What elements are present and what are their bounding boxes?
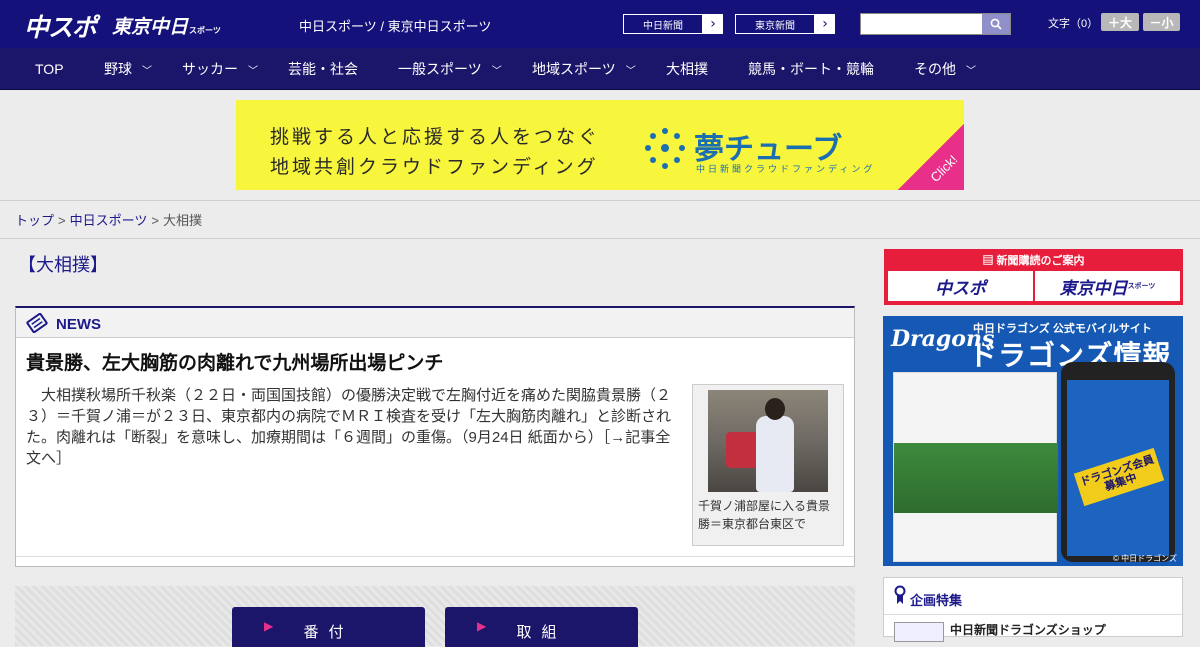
news-box: NEWS 貴景勝、左大胸筋の肉離れで九州場所出場ピンチ 大相撲秋場所千秋楽（２２…: [15, 306, 855, 567]
photo-caption: 千賀ノ浦部屋に入る貴景勝＝東京都台東区で: [698, 499, 831, 531]
search-input[interactable]: [860, 13, 1011, 35]
search-button[interactable]: [982, 14, 1010, 34]
chevron-down-icon: ﹀: [625, 65, 636, 77]
chevron-down-icon: ﹀: [142, 65, 152, 77]
photo-car: [726, 432, 760, 468]
banner-line2: 地域共創クラウドファンディング: [270, 157, 599, 178]
click-label: Click!: [927, 151, 961, 186]
page-title: 【大相撲】: [18, 255, 108, 275]
news-footer-line: [16, 556, 854, 557]
nav-label: 競馬・ボート・競輪: [748, 61, 874, 77]
scoreboard-screen: [893, 372, 1058, 562]
breadcrumb-top[interactable]: トップ: [15, 213, 54, 228]
subscribe-chuspo[interactable]: 中スポ: [888, 271, 1033, 301]
nav-other[interactable]: その他 ﹀: [914, 48, 976, 90]
news-header: NEWS: [16, 308, 854, 338]
feature-divider: [884, 614, 1182, 615]
link-label: 東京新聞: [735, 14, 815, 34]
nav-label: サッカー: [182, 61, 238, 77]
news-photo-box[interactable]: 千賀ノ浦部屋に入る貴景勝＝東京都台東区で: [692, 384, 844, 546]
torikumi-button[interactable]: ▶ 取組: [445, 607, 638, 647]
yume-tube-banner[interactable]: 挑戦する人と応援する人をつなぐ 地域共創クラウドファンディング 夢チューブ 中日…: [236, 100, 964, 190]
baseball-field: [894, 443, 1058, 513]
nav-label: 野球: [104, 61, 132, 77]
nav-soccer[interactable]: サッカー ﹀: [182, 48, 258, 90]
banzuke-button[interactable]: ▶ 番付: [232, 607, 425, 647]
ribbon-icon: [894, 585, 906, 604]
member-ribbon: ドラゴンズ会員募集中: [1073, 447, 1165, 507]
button-label: 取組: [516, 624, 567, 641]
tokyo-logo-text: 東京中日: [112, 16, 189, 38]
click-corner[interactable]: Click!: [898, 124, 964, 190]
dragons-copyright: © 中日ドラゴンズ: [1113, 554, 1177, 563]
breadcrumb: トップ > 中日スポーツ > 大相撲: [15, 210, 202, 229]
tokyo-chunichi-logo[interactable]: 東京中日スポーツ: [112, 12, 221, 39]
dots-logo-icon: [645, 128, 685, 169]
photo-head: [765, 398, 785, 420]
nav-label: 一般スポーツ: [398, 61, 482, 77]
link-label: 中日新聞: [623, 14, 703, 34]
nav-local-sports[interactable]: 地域スポーツ ﹀: [532, 48, 636, 90]
chunichi-shimbun-link[interactable]: 中日新聞 ›: [622, 13, 724, 35]
breadcrumb-current: 大相撲: [162, 213, 202, 228]
dragons-mobile-ad[interactable]: Dragons 中日ドラゴンズ 公式モバイルサイト ドラゴンズ情報 ドラゴンズ会…: [883, 316, 1183, 566]
subscribe-tokyo-chunichi[interactable]: 東京中日 スポーツ: [1035, 271, 1180, 301]
tokyo-shimbun-link[interactable]: 東京新聞 ›: [734, 13, 836, 35]
chevron-right-icon: ›: [815, 14, 835, 34]
subscription-title: ▤ 新聞購読のご案内: [884, 252, 1183, 268]
breadcrumb-chunichi-sports[interactable]: 中日スポーツ: [70, 213, 148, 228]
nav-label: TOP: [35, 61, 64, 77]
feature-box: 企画特集 中日新聞ドラゴンズショップ: [883, 577, 1183, 642]
site-names: 中日スポーツ / 東京中日スポーツ: [299, 19, 492, 34]
nav-entertainment[interactable]: 芸能・社会: [288, 48, 358, 90]
nav-top[interactable]: TOP: [35, 48, 64, 90]
font-larger-button[interactable]: ＋大: [1101, 13, 1139, 31]
phone-screen: ドラゴンズ会員募集中: [1067, 380, 1169, 556]
phone-graphic: ドラゴンズ会員募集中: [1061, 362, 1175, 562]
banner-brand-sub: 中日新聞クラウドファンディング: [696, 164, 876, 174]
button-label: 番付: [303, 624, 354, 641]
chuspo-logo[interactable]: 中スポ: [24, 8, 97, 44]
photo-person: [756, 416, 794, 492]
news-headline[interactable]: 貴景勝、左大胸筋の肉離れで九州場所出場ピンチ: [26, 348, 443, 375]
subscribe-tokyo-text: 東京中日: [1059, 278, 1128, 299]
search-icon: [990, 18, 1002, 30]
news-body[interactable]: 大相撲秋場所千秋楽（２２日・両国国技館）の優勝決定戦で左胸付近を痛めた関脇貴景勝…: [26, 385, 682, 469]
newspaper-icon: [26, 313, 48, 333]
subscription-title-text: 新聞購読のご案内: [996, 255, 1085, 267]
breadcrumb-sep: >: [151, 213, 159, 228]
chevron-right-icon: ›: [703, 14, 723, 34]
nav-general-sports[interactable]: 一般スポーツ ﹀: [398, 48, 502, 90]
feature-thumbnail[interactable]: [894, 622, 944, 642]
banzuke-torikumi-box: ▶ 番付 ▶ 取組: [15, 586, 855, 647]
tokyo-logo-small: スポーツ: [189, 26, 221, 35]
banner-area: 挑戦する人と応援する人をつなぐ 地域共創クラウドファンディング 夢チューブ 中日…: [0, 90, 1200, 201]
font-smaller-button[interactable]: －小: [1143, 13, 1180, 31]
nav-label: その他: [914, 61, 956, 77]
nav-sumo[interactable]: 大相撲: [666, 48, 708, 90]
chevron-down-icon: ﹀: [491, 65, 502, 77]
feature-title: 企画特集: [910, 593, 963, 608]
nav-baseball[interactable]: 野球 ﹀: [104, 48, 152, 90]
font-size-label: 文字（0）: [1048, 18, 1099, 30]
main-nav: TOP 野球 ﹀ サッカー ﹀ 芸能・社会 一般スポーツ ﹀ 地域スポーツ ﹀ 大相撲 …: [0, 48, 1200, 90]
breadcrumb-sep: >: [58, 213, 66, 228]
nav-label: 芸能・社会: [288, 61, 358, 77]
newspaper-icon: ▤: [982, 255, 997, 267]
news-photo: [708, 390, 828, 492]
nav-label: 大相撲: [666, 61, 708, 77]
subscribe-tokyo-small: スポーツ: [1127, 282, 1156, 290]
divider: [0, 238, 1200, 239]
banner-line1: 挑戦する人と応援する人をつなぐ: [270, 127, 601, 148]
top-header: 中スポ 東京中日スポーツ 中日スポーツ / 東京中日スポーツ 中日新聞 › 東京…: [0, 0, 1200, 48]
nav-racing[interactable]: 競馬・ボート・競輪: [748, 48, 874, 90]
chevron-down-icon: ﹀: [248, 65, 258, 77]
chevron-down-icon: ﹀: [966, 65, 976, 77]
subscription-box: ▤ 新聞購読のご案内 中スポ 東京中日 スポーツ: [884, 249, 1183, 305]
nav-label: 地域スポーツ: [532, 61, 616, 77]
news-label: NEWS: [56, 316, 101, 333]
